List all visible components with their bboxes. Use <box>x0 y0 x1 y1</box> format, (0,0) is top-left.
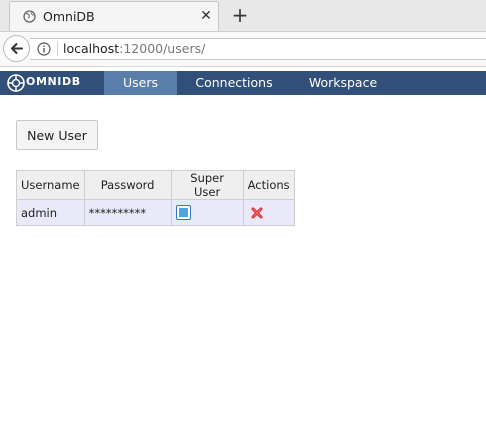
url-path: :12000/users/ <box>119 41 206 56</box>
super-user-cell <box>170 199 244 226</box>
menu-item-users[interactable]: Users <box>104 71 177 95</box>
back-arrow-icon <box>11 43 23 54</box>
username-cell[interactable]: admin <box>16 199 85 226</box>
menu-item-connections[interactable]: Connections <box>177 71 291 95</box>
checkbox-checked-mark <box>178 208 188 217</box>
actions-cell <box>242 199 295 226</box>
table-row: admin ********** <box>16 199 295 226</box>
column-header-super-user: Super User <box>170 170 244 200</box>
table-header-row: Username Password Super User Actions <box>16 170 295 200</box>
logo-text: OMNIDB <box>26 75 81 88</box>
column-header-actions: Actions <box>242 170 295 200</box>
close-tab-icon[interactable]: ✕ <box>199 8 213 24</box>
app-header: OMNIDB Users Connections Workspace <box>0 71 486 95</box>
password-cell[interactable]: ********** <box>83 199 172 226</box>
delete-icon[interactable] <box>251 207 263 219</box>
browser-tab-strip: OmniDB ✕ + <box>0 0 486 32</box>
browser-tab[interactable]: OmniDB ✕ <box>9 1 219 31</box>
menu-item-workspace[interactable]: Workspace <box>291 71 395 95</box>
new-user-button[interactable]: New User <box>16 120 98 150</box>
users-table: Username Password Super User Actions adm… <box>16 170 295 226</box>
super-user-checkbox[interactable] <box>175 205 191 220</box>
url-host: localhost <box>63 41 120 56</box>
back-button[interactable] <box>3 35 30 62</box>
url-divider <box>57 42 58 56</box>
tab-title: OmniDB <box>43 9 95 24</box>
address-bar[interactable]: localhost:12000/users/ <box>30 38 486 60</box>
globe-icon <box>23 10 36 23</box>
omnidb-logo-icon <box>7 74 25 92</box>
column-header-username: Username <box>16 170 85 200</box>
column-header-password: Password <box>83 170 172 200</box>
new-tab-icon[interactable]: + <box>230 3 250 27</box>
info-icon[interactable] <box>37 42 51 56</box>
browser-nav-bar: localhost:12000/users/ <box>0 32 486 67</box>
url-text[interactable]: localhost:12000/users/ <box>63 41 205 56</box>
